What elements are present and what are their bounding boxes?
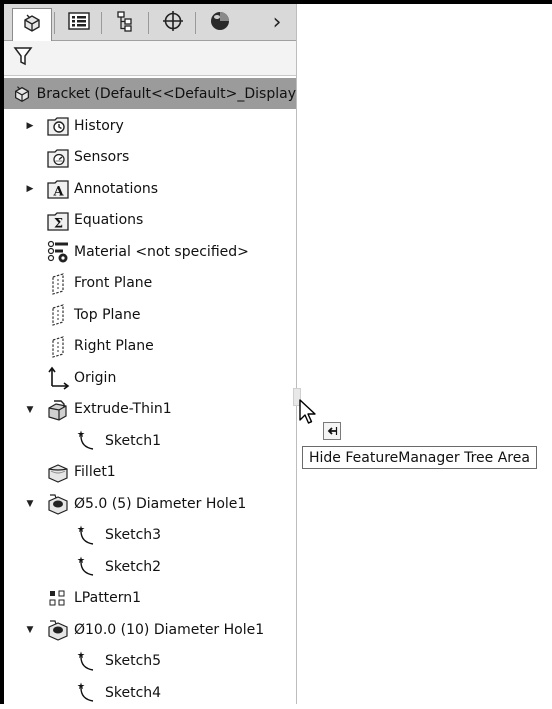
tree-node-label: Sketch3 <box>105 527 162 544</box>
featuremanager-icon <box>21 12 43 38</box>
filter-icon <box>12 45 34 71</box>
plane-icon <box>46 335 70 359</box>
tree-node[interactable]: Fillet1 <box>4 457 296 489</box>
tree-node[interactable]: Material <not specified> <box>4 236 296 268</box>
tree-node-label: LPattern1 <box>74 590 142 607</box>
expand-arrow-icon[interactable]: ▶ <box>24 183 36 195</box>
tree-root-part[interactable]: Bracket (Default<<Default>_Display <box>4 78 296 109</box>
tree-node[interactable]: Sensors <box>4 142 296 174</box>
part-icon <box>11 83 33 105</box>
tab-propertymanager[interactable] <box>59 9 99 37</box>
tree-node-label: Sensors <box>74 149 130 166</box>
tab-separator <box>54 12 55 34</box>
extrude-thin-icon <box>46 398 70 422</box>
hole-icon <box>46 618 70 642</box>
tree-node-label: Extrude-Thin1 <box>74 401 172 418</box>
tree-node-label: Right Plane <box>74 338 154 355</box>
tree-node[interactable]: Sketch1 <box>4 425 296 457</box>
tree-node[interactable]: Front Plane <box>4 268 296 300</box>
tree-node[interactable]: ▶ History <box>4 110 296 142</box>
tree-node[interactable]: ▼ Ø5.0 (5) Diameter Hole1 <box>4 488 296 520</box>
sketch-icon <box>76 555 100 579</box>
tree-node-label: Ø5.0 (5) Diameter Hole1 <box>74 495 247 512</box>
sketch-icon <box>76 650 100 674</box>
svg-text:Σ: Σ <box>54 216 63 231</box>
tree-node[interactable]: Σ Equations <box>4 205 296 237</box>
collapse-arrow-icon[interactable]: ▼ <box>24 624 36 636</box>
linear-pattern-icon <box>46 587 70 611</box>
sensors-folder-icon <box>46 146 70 170</box>
tree-node-label: Origin <box>74 369 117 386</box>
tree-node-label: Sketch4 <box>105 684 162 701</box>
tree-node-label: Material <not specified> <box>74 243 249 260</box>
tree-node[interactable]: Sketch2 <box>4 551 296 583</box>
tooltip-text: Hide FeatureManager Tree Area <box>309 449 530 466</box>
tab-separator <box>195 12 196 34</box>
hide-tree-button[interactable] <box>323 422 341 440</box>
svg-text:A: A <box>52 185 64 200</box>
tree-node-label: Front Plane <box>74 275 153 292</box>
filter-bar <box>4 41 296 76</box>
tab-separator <box>148 12 149 34</box>
tree-node[interactable]: ▼ Ø10.0 (10) Diameter Hole1 <box>4 614 296 646</box>
plane-icon <box>46 303 70 327</box>
filter-button[interactable] <box>10 45 36 71</box>
tree-node-label: Equations <box>74 212 144 229</box>
displaymanager-icon <box>208 9 232 37</box>
plane-icon <box>46 272 70 296</box>
tab-configurationmanager[interactable] <box>106 9 146 37</box>
tree-node-label: Sketch1 <box>105 432 162 449</box>
tree-node[interactable]: Right Plane <box>4 331 296 363</box>
propertymanager-icon <box>67 11 91 35</box>
sketch-icon <box>76 681 100 705</box>
tree-node[interactable]: Origin <box>4 362 296 394</box>
expand-arrow-icon[interactable]: ▶ <box>24 120 36 132</box>
dimxpert-icon <box>161 9 185 37</box>
tree-node[interactable]: Top Plane <box>4 299 296 331</box>
tree-node-label: Sketch2 <box>105 558 162 575</box>
sketch-icon <box>76 524 100 548</box>
tree-node-label: History <box>74 117 124 134</box>
tree-node[interactable]: Sketch3 <box>4 520 296 552</box>
hole-icon <box>46 492 70 516</box>
chevron-right-icon: › <box>272 9 282 35</box>
fillet-icon <box>46 461 70 485</box>
tree-node[interactable]: Sketch5 <box>4 646 296 678</box>
tree-node-label: Top Plane <box>74 306 141 323</box>
configurationmanager-icon <box>115 10 137 36</box>
feature-tree: ▶ History Sensors ▶ A Annotations Σ Equations Ma… <box>4 110 296 709</box>
mouse-pointer-icon <box>298 398 318 432</box>
collapse-arrow-icon[interactable]: ▼ <box>24 498 36 510</box>
tab-displaymanager[interactable] <box>200 9 240 37</box>
tree-node[interactable]: ▼ Extrude-Thin1 <box>4 394 296 426</box>
more-tabs-button[interactable]: › <box>266 8 288 36</box>
origin-icon <box>46 366 70 390</box>
collapse-arrow-icon[interactable]: ▼ <box>24 404 36 416</box>
tree-node-label: Ø10.0 (10) Diameter Hole1 <box>74 621 265 638</box>
sketch-icon <box>76 429 100 453</box>
annotations-folder-icon: A <box>46 177 70 201</box>
history-folder-icon <box>46 114 70 138</box>
tree-node[interactable]: LPattern1 <box>4 583 296 615</box>
tab-dimxpertmanager[interactable] <box>153 9 193 37</box>
equations-folder-icon: Σ <box>46 209 70 233</box>
tree-node-label: Sketch5 <box>105 653 162 670</box>
tooltip: Hide FeatureManager Tree Area <box>302 446 537 469</box>
tree-node-label: Fillet1 <box>74 464 116 481</box>
tree-node-label: Annotations <box>74 180 159 197</box>
tab-featuremanager[interactable] <box>12 8 52 41</box>
root-label: Bracket (Default<<Default>_Display <box>36 85 296 102</box>
collapse-arrow-icon <box>326 422 338 441</box>
tree-node[interactable]: ▶ A Annotations <box>4 173 296 205</box>
tab-separator <box>101 12 102 34</box>
material-icon <box>46 240 70 264</box>
manager-tab-bar: › <box>4 4 296 41</box>
